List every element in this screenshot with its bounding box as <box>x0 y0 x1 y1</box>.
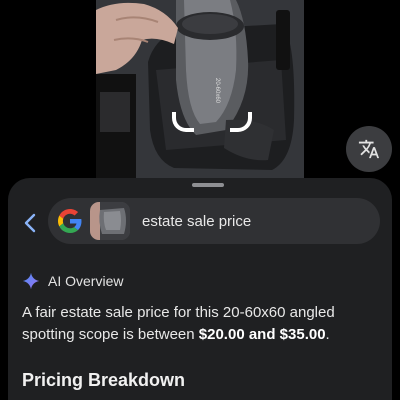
scope-label-text: 20-60x60 <box>214 78 220 104</box>
ai-overview-price-range: $20.00 and $35.00 <box>198 326 326 343</box>
thumbnail-image <box>90 202 130 240</box>
pricing-breakdown-heading: Pricing Breakdown <box>22 370 186 390</box>
camera-photo: 20-60x60 <box>96 0 304 180</box>
ai-overview-header: AI Overview <box>22 272 123 290</box>
query-image-thumbnail[interactable] <box>90 202 130 240</box>
translate-icon <box>358 139 380 159</box>
chevron-left-icon <box>24 213 36 233</box>
search-bar[interactable]: estate sale price <box>48 198 380 244</box>
sheet-drag-handle[interactable] <box>192 183 224 187</box>
ai-overview-text-end: . <box>325 326 330 343</box>
ai-overview-text: A fair estate sale price for this 20-60x… <box>22 302 382 346</box>
sparkle-icon <box>22 272 40 290</box>
spotting-scope-image: 20-60x60 <box>96 0 304 180</box>
search-query-text[interactable]: estate sale price <box>142 213 251 230</box>
ai-overview-title: AI Overview <box>48 273 124 289</box>
results-sheet: estate sale price AI Overview A fair est… <box>8 178 392 400</box>
google-g-logo <box>58 209 82 233</box>
back-button[interactable] <box>18 208 42 238</box>
translate-button[interactable] <box>346 126 392 172</box>
